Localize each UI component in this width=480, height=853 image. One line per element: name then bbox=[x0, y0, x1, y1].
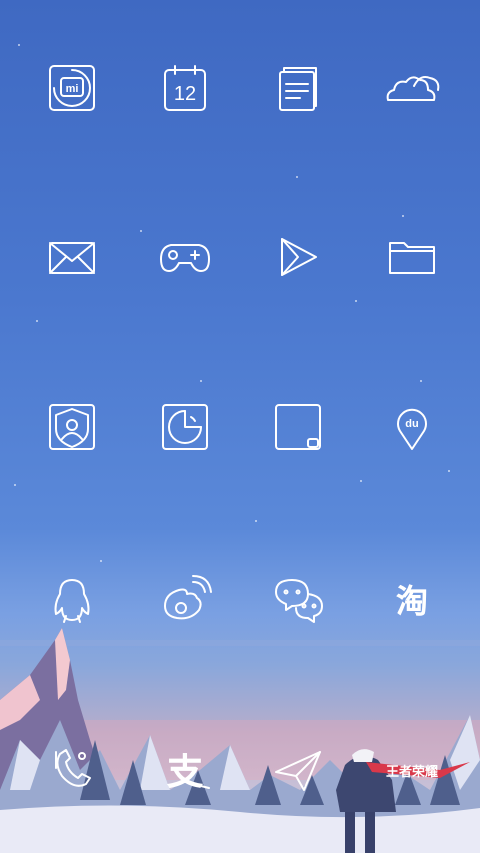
king-glory-icon: 王者荣耀 bbox=[386, 764, 438, 779]
app-cleaner[interactable] bbox=[155, 397, 215, 457]
app-blank[interactable] bbox=[268, 397, 328, 457]
weibo-icon bbox=[164, 575, 212, 620]
blank-square-icon bbox=[275, 404, 321, 450]
dock-alipay[interactable]: 支 bbox=[155, 740, 215, 800]
home-screen-grid: mi 12 du 淘 支 王者荣耀 bbox=[0, 0, 480, 853]
app-notes[interactable] bbox=[268, 58, 328, 118]
video-player-icon bbox=[281, 238, 317, 276]
paper-plane-icon bbox=[275, 751, 321, 791]
app-file-manager[interactable] bbox=[382, 227, 442, 287]
cleaner-icon bbox=[162, 404, 208, 450]
calendar-icon: 12 bbox=[164, 65, 206, 111]
app-taobao[interactable]: 淘 bbox=[382, 570, 442, 630]
notes-icon bbox=[279, 67, 317, 111]
taobao-label: 淘 bbox=[396, 583, 428, 619]
app-baidu-map[interactable]: du bbox=[382, 397, 442, 457]
folder-icon bbox=[389, 242, 435, 274]
calendar-date: 12 bbox=[174, 83, 196, 105]
app-security[interactable] bbox=[42, 397, 102, 457]
app-qq[interactable] bbox=[42, 570, 102, 630]
app-weather[interactable] bbox=[382, 58, 442, 118]
app-weibo[interactable] bbox=[155, 570, 215, 630]
mail-icon bbox=[49, 242, 95, 274]
mi-store-icon: mi bbox=[49, 65, 95, 111]
app-games[interactable] bbox=[155, 227, 215, 287]
weather-cloud-icon bbox=[386, 76, 440, 101]
app-wechat[interactable] bbox=[268, 570, 328, 630]
wechat-icon bbox=[275, 579, 323, 623]
dock-king-glory[interactable]: 王者荣耀 bbox=[382, 740, 442, 800]
baidu-label: du bbox=[405, 418, 418, 430]
phone-icon bbox=[55, 749, 91, 787]
dock-phone[interactable] bbox=[42, 740, 102, 800]
app-mail[interactable] bbox=[42, 227, 102, 287]
app-mi-store[interactable]: mi bbox=[42, 58, 102, 118]
dock-paper-plane[interactable] bbox=[268, 740, 328, 800]
game-controller-icon bbox=[160, 244, 210, 272]
app-calendar[interactable]: 12 bbox=[155, 58, 215, 118]
security-shield-icon bbox=[49, 404, 95, 450]
alipay-icon: 支 bbox=[166, 750, 210, 793]
mi-store-label: mi bbox=[66, 83, 79, 95]
app-video[interactable] bbox=[268, 227, 328, 287]
baidu-map-pin-icon: du bbox=[397, 408, 427, 450]
king-glory-label: 王者荣耀 bbox=[386, 764, 438, 779]
qq-penguin-icon bbox=[54, 579, 90, 623]
taobao-icon: 淘 bbox=[395, 582, 428, 619]
